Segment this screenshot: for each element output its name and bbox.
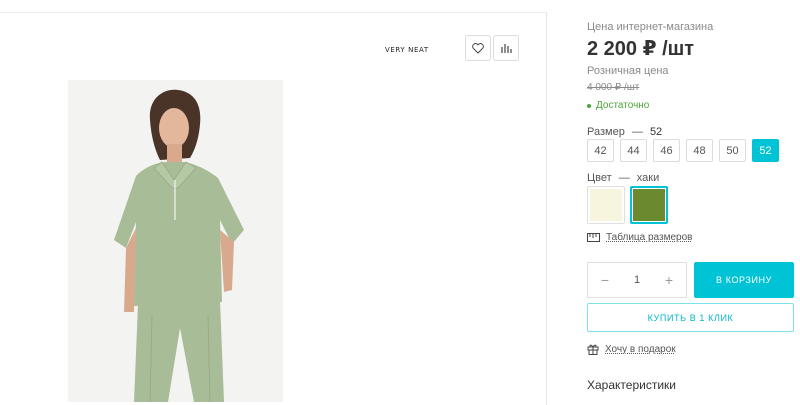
stock-dot-icon [587,103,591,108]
brand-logo: VERY NEAT [385,46,429,54]
gift-link[interactable]: Хочу в подарок [587,343,676,355]
color-swatches [587,186,673,224]
size-label-text: Размер [587,126,625,138]
swatch-fill [590,189,622,221]
product-gallery: VERY NEAT [0,12,547,405]
stock-status-text: Достаточно [596,100,650,111]
model-image [68,80,283,402]
size-options: 42 44 46 48 50 52 [587,139,785,162]
gift-label: Хочу в подарок [605,343,676,355]
size-option-42[interactable]: 42 [587,139,614,162]
retail-price-label: Розничная цена [587,65,669,77]
size-option-50[interactable]: 50 [719,139,746,162]
quantity-plus-button[interactable]: + [660,272,678,288]
size-option-52[interactable]: 52 [752,139,779,162]
color-swatch-khaki[interactable] [630,186,668,224]
size-table-link[interactable]: Таблица размеров [587,232,692,243]
size-separator: — [631,126,643,138]
color-swatch-cream[interactable] [587,186,625,224]
color-label-text: Цвет [587,172,612,184]
heart-icon [472,42,484,54]
buy-one-click-button[interactable]: КУПИТЬ В 1 КЛИК [587,303,794,332]
size-table-label: Таблица размеров [606,232,693,243]
size-label: Размер — 52 [587,126,662,138]
online-price-label: Цена интернет-магазина [587,21,714,33]
color-selected-value: хаки [636,172,660,184]
size-option-48[interactable]: 48 [686,139,713,162]
size-option-46[interactable]: 46 [653,139,680,162]
gift-icon [587,344,599,355]
favorite-button[interactable] [465,35,491,61]
color-label: Цвет — хаки [587,172,659,184]
quantity-minus-button[interactable]: − [596,272,614,288]
specs-heading[interactable]: Характеристики [587,378,676,392]
quantity-value[interactable]: 1 [634,274,640,286]
ruler-icon [587,233,600,242]
quantity-stepper: − 1 + [587,262,687,298]
bar-chart-icon [501,44,512,53]
retail-price: 4 000 ₽ /шт [587,82,640,93]
compare-button[interactable] [493,35,519,61]
size-selected-value: 52 [649,126,663,138]
product-photo[interactable] [68,80,283,402]
product-info: Цена интернет-магазина 2 200 ₽ /шт Розни… [587,0,800,405]
size-option-44[interactable]: 44 [620,139,647,162]
stock-status: Достаточно [587,100,649,111]
online-price: 2 200 ₽ /шт [587,38,695,60]
add-to-cart-button[interactable]: В КОРЗИНУ [694,262,794,298]
swatch-fill [633,189,665,221]
color-separator: — [618,172,630,184]
